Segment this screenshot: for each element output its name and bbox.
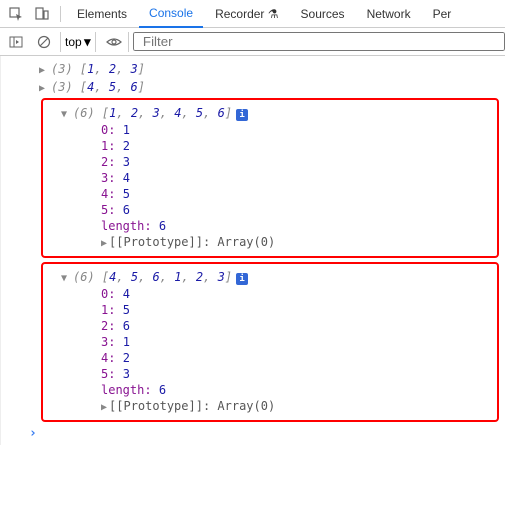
live-expression-icon[interactable] <box>100 32 129 52</box>
console-log-row[interactable]: ▶(3) [4, 5, 6] <box>21 78 505 96</box>
array-entry: 5: 6 <box>43 202 497 218</box>
expand-icon[interactable]: ▶ <box>39 63 45 79</box>
tab-elements[interactable]: Elements <box>67 1 137 27</box>
array-entry: 0: 4 <box>43 286 497 302</box>
context-label: top <box>65 35 82 49</box>
array-entry: 3: 1 <box>43 334 497 350</box>
separator <box>60 6 61 22</box>
console-toolbar: top ▼ <box>0 28 505 56</box>
tab-network[interactable]: Network <box>357 1 421 27</box>
expand-icon[interactable]: ▶ <box>101 238 107 249</box>
chevron-down-icon: ▼ <box>84 35 91 49</box>
tab-performance[interactable]: Per <box>423 1 462 27</box>
inspect-icon[interactable] <box>4 2 28 26</box>
clear-console-icon[interactable] <box>32 30 56 54</box>
array-entry: 2: 3 <box>43 154 497 170</box>
collapse-icon[interactable]: ▼ <box>61 107 67 123</box>
array-entry: 3: 4 <box>43 170 497 186</box>
console-log-row[interactable]: ▼(6) [4, 5, 6, 1, 2, 3]i <box>43 268 497 286</box>
expand-icon[interactable]: ▶ <box>101 402 107 413</box>
array-entry: 4: 5 <box>43 186 497 202</box>
context-selector[interactable]: top ▼ <box>60 32 96 52</box>
array-entry: 0: 1 <box>43 122 497 138</box>
filter-input[interactable] <box>133 32 505 51</box>
info-icon[interactable]: i <box>236 109 248 121</box>
prototype-row[interactable]: ▶[[Prototype]]: Array(0) <box>43 398 497 416</box>
expand-icon[interactable]: ▶ <box>39 81 45 97</box>
toggle-sidebar-icon[interactable] <box>4 30 28 54</box>
array-entry: 1: 2 <box>43 138 497 154</box>
flask-icon: ⚗ <box>268 7 279 21</box>
tab-sources[interactable]: Sources <box>291 1 355 27</box>
tab-console[interactable]: Console <box>139 0 203 28</box>
array-entry: 1: 5 <box>43 302 497 318</box>
console-prompt[interactable]: › <box>21 426 505 441</box>
array-entry: 5: 3 <box>43 366 497 382</box>
highlighted-block: ▼(6) [1, 2, 3, 4, 5, 6]i0: 11: 22: 33: 4… <box>41 98 499 258</box>
console-output: ▶(3) [1, 2, 3]▶(3) [4, 5, 6] ▼(6) [1, 2,… <box>0 56 505 445</box>
console-log-row[interactable]: ▶(3) [1, 2, 3] <box>21 60 505 78</box>
tab-recorder[interactable]: Recorder ⚗ <box>205 1 288 27</box>
array-entry: 2: 6 <box>43 318 497 334</box>
device-icon[interactable] <box>30 2 54 26</box>
info-icon[interactable]: i <box>236 273 248 285</box>
array-length: length: 6 <box>43 382 497 398</box>
collapse-icon[interactable]: ▼ <box>61 271 67 287</box>
highlighted-block: ▼(6) [4, 5, 6, 1, 2, 3]i0: 41: 52: 63: 1… <box>41 262 499 422</box>
console-log-row[interactable]: ▼(6) [1, 2, 3, 4, 5, 6]i <box>43 104 497 122</box>
prototype-row[interactable]: ▶[[Prototype]]: Array(0) <box>43 234 497 252</box>
array-length: length: 6 <box>43 218 497 234</box>
array-entry: 4: 2 <box>43 350 497 366</box>
devtools-tabs: Elements Console Recorder ⚗ Sources Netw… <box>0 0 505 28</box>
